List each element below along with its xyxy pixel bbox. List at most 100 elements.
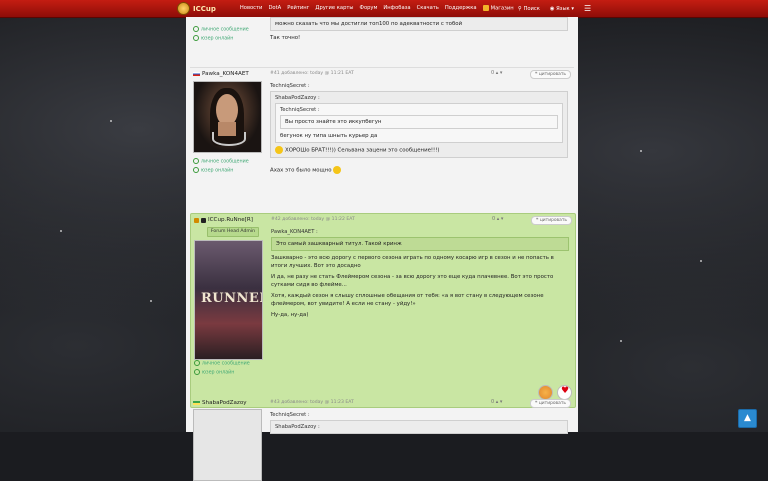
online-icon: [193, 34, 199, 41]
post-paragraph: Зашкварно - это всю дорогу с первого сез…: [271, 255, 554, 269]
message-icon: [193, 158, 199, 164]
quote-block: Это самый зашкварный титул. Такой кринж: [271, 237, 569, 251]
quote-author: ShabaPodZazoy :: [275, 424, 320, 430]
quote-button[interactable]: ❝ цитировать: [530, 399, 571, 408]
post-rating: 0 ▴ ▾: [492, 216, 503, 222]
post-author[interactable]: ShabaPodZazoy: [193, 400, 247, 406]
user-online-status: юзер онлайн: [193, 34, 249, 44]
quote-icon: ❝: [535, 72, 538, 77]
quote-text: Вы просто знайте это иккупбегун: [285, 119, 382, 125]
country-flag-icon: [193, 401, 200, 405]
rating-value: 0: [491, 70, 495, 76]
hamburger-icon[interactable]: ☰: [584, 4, 591, 13]
author-name: ICCup.RuNne[R]: [208, 217, 253, 223]
post-content: TechniqSecret : ShabaPodZazoy :: [270, 411, 568, 437]
post-paragraph: И да, не разу не стать Флеймером сезона …: [271, 274, 554, 288]
user-online-status: юзер онлайн: [194, 368, 250, 378]
private-message-label: личное сообщение: [202, 361, 250, 367]
thumb-up-icon[interactable]: ▴: [496, 399, 499, 405]
thumb-down-icon[interactable]: ▾: [501, 216, 504, 222]
laughing-emoji-icon: [275, 146, 283, 154]
online-icon: [194, 368, 200, 375]
post-rating: 0 ▴ ▾: [491, 399, 502, 405]
user-online-status: юзер онлайн: [193, 166, 249, 176]
snowflake: [110, 120, 112, 122]
online-icon: [193, 166, 199, 173]
quote-text: Это самый зашкварный титул. Такой кринж: [276, 241, 402, 247]
post-content: можно сказать что мы достигли топ100 по …: [270, 17, 568, 42]
post-user-links: личное сообщение юзер онлайн: [194, 360, 250, 377]
quote-author: ShabaPodZazoy :: [275, 95, 320, 101]
quote-button[interactable]: ❝ цитировать: [530, 70, 571, 79]
avatar-necklace: [212, 132, 246, 146]
forum-thread: личное сообщение юзер онлайн можно сказа…: [186, 17, 578, 481]
private-message-link[interactable]: личное сообщение: [193, 158, 249, 167]
post-text: Ахах это было мощно: [270, 167, 332, 173]
post-meta: #42 добавлено: today @ 11:22 EAT: [271, 217, 355, 222]
message-icon: [194, 360, 200, 366]
scroll-to-top-button[interactable]: ▲: [738, 409, 757, 428]
clan-icon: [201, 217, 206, 223]
quote-author: Pawka_KON4AET :: [271, 229, 318, 235]
quote-author: TechniqSecret :: [280, 107, 320, 113]
post-paragraph: Ну-да, ну-да): [271, 312, 309, 318]
snowflake: [700, 260, 702, 262]
forum-post: Pawka_KON4AET личное сообщение юзер онла…: [190, 67, 574, 208]
quote-text: можно сказать что мы достигли топ100 по …: [275, 21, 463, 27]
quote-block: ShabaPodZazoy : TechniqSecret : Вы прост…: [270, 91, 568, 158]
quote-text: ХОРОШо БРАТ!!!)) Сельвана зацени это соо…: [285, 147, 440, 154]
quote-block: можно сказать что мы достигли топ100 по …: [270, 17, 568, 31]
online-label: юзер онлайн: [201, 36, 234, 41]
avatar: [193, 409, 262, 481]
quote-text: бегунок ну типа шныть курьер да: [280, 133, 378, 139]
post-user-links: личное сообщение юзер онлайн: [193, 26, 249, 43]
country-flag-icon: [193, 72, 200, 76]
quote-button-label: цитировать: [538, 401, 566, 406]
online-label: юзер онлайн: [202, 370, 235, 375]
quote-button[interactable]: ❝ цитировать: [531, 216, 572, 225]
snowflake: [640, 150, 642, 152]
thumb-down-icon[interactable]: ▾: [500, 399, 503, 405]
private-message-label: личное сообщение: [201, 159, 249, 165]
thumb-down-icon[interactable]: ▾: [500, 70, 503, 76]
avatar: RUNNER: [194, 240, 263, 360]
rating-value: 0: [492, 216, 496, 222]
quote-author: TechniqSecret :: [270, 83, 310, 89]
nested-quote-block: Вы просто знайте это иккупбегун: [280, 115, 558, 129]
snowflake: [60, 230, 62, 232]
avatar: [193, 81, 262, 153]
user-role-badge: Forum Head Admin: [207, 227, 259, 237]
private-message-label: личное сообщение: [201, 27, 249, 33]
quote-icon: ❝: [536, 218, 539, 223]
quote-icon: ❝: [535, 401, 538, 406]
rank-icon: [194, 217, 199, 223]
post-user-links: личное сообщение юзер онлайн: [193, 158, 249, 175]
snowflake: [620, 340, 622, 342]
post-author[interactable]: ICCup.RuNne[R]: [194, 217, 253, 223]
snowflake: [150, 300, 152, 302]
nested-quote-block: TechniqSecret : Вы просто знайте это икк…: [275, 103, 563, 143]
quote-button-label: цитировать: [539, 218, 567, 223]
post-content: TechniqSecret : ShabaPodZazoy : TechniqS…: [270, 82, 568, 174]
post-text: Так точно!: [270, 35, 301, 41]
post-content: Pawka_KON4AET : Это самый зашкварный тит…: [271, 228, 569, 319]
rating-value: 0: [491, 399, 495, 405]
post-meta: #43 добавлено: today @ 11:23 EAT: [270, 400, 354, 405]
post-rating: 0 ▴ ▾: [491, 70, 502, 76]
post-paragraph: Хотя, каждый сезон я слышу сплошные обещ…: [271, 293, 544, 307]
logo-icon: [177, 2, 190, 15]
chevron-up-icon: ▲: [744, 413, 751, 423]
thumb-up-icon[interactable]: ▴: [496, 70, 499, 76]
forum-post-highlighted: ICCup.RuNne[R] Forum Head Admin RUNNER л…: [190, 213, 576, 408]
post-meta: #41 добавлено: today @ 11:21 EAT: [270, 71, 354, 76]
forum-post: ShabaPodZazoy #43 добавлено: today @ 11:…: [190, 397, 574, 481]
post-author[interactable]: Pawka_KON4AET: [193, 71, 249, 77]
private-message-link[interactable]: личное сообщение: [193, 26, 249, 35]
private-message-link[interactable]: личное сообщение: [194, 360, 250, 369]
laughing-emoji-icon: [333, 165, 342, 174]
author-name: Pawka_KON4AET: [202, 71, 249, 77]
quote-button-label: цитировать: [538, 72, 566, 77]
thumb-up-icon[interactable]: ▴: [497, 216, 500, 222]
avatar-title: RUNNER: [201, 291, 262, 306]
quote-author: TechniqSecret :: [270, 412, 310, 418]
